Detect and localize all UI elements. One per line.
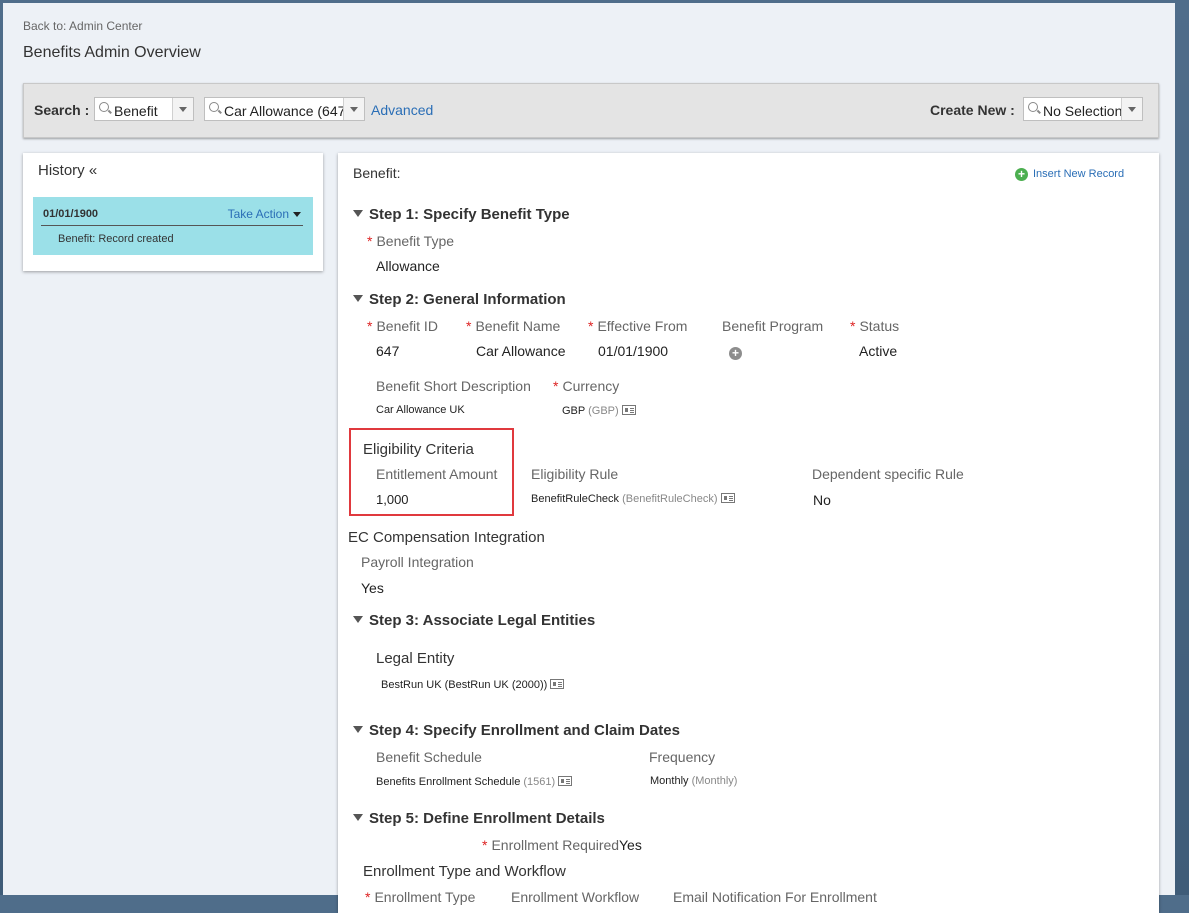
enrollment-required-label: * Enrollment Required xyxy=(482,837,620,853)
history-entry-date: 01/01/1900 xyxy=(43,208,99,220)
benefit-name-label: * Benefit Name xyxy=(466,318,561,334)
chevron-down-icon[interactable] xyxy=(172,98,193,120)
plus-circle-icon: + xyxy=(1015,168,1028,181)
benefit-id-value: 647 xyxy=(376,343,400,359)
chevron-down-icon[interactable] xyxy=(1121,98,1142,120)
value-help-icon[interactable] xyxy=(558,776,573,786)
benefit-schedule-label: Benefit Schedule xyxy=(376,749,482,765)
history-entry[interactable]: 01/01/1900 Take Action Benefit: Record c… xyxy=(33,197,313,255)
benefit-detail-panel: Benefit: + Insert New Record Step 1: Spec… xyxy=(338,153,1159,913)
record-select[interactable]: Car Allowance (647) xyxy=(204,97,365,121)
page-title: Benefits Admin Overview xyxy=(23,44,201,61)
collapse-triangle-icon xyxy=(353,210,363,217)
eligibility-rule-value: BenefitRuleCheck (BenefitRuleCheck) xyxy=(531,493,735,505)
search-icon xyxy=(209,102,219,112)
email-notification-label: Email Notification For Enrollment xyxy=(673,889,877,905)
plus-circle-icon: + xyxy=(729,347,742,360)
collapse-triangle-icon xyxy=(353,616,363,623)
history-entry-description: Benefit: Record created xyxy=(58,233,174,245)
divider xyxy=(41,225,303,226)
value-help-icon[interactable] xyxy=(550,679,565,689)
enrollment-required-value: Yes xyxy=(619,837,642,853)
enrollment-type-label: * Enrollment Type xyxy=(365,889,476,905)
create-new-label: Create New : xyxy=(930,102,1015,118)
short-description-label: Benefit Short Description xyxy=(376,378,531,394)
step3-title[interactable]: Step 3: Associate Legal Entities xyxy=(353,612,595,629)
enrollment-workflow-label: Enrollment Workflow xyxy=(511,889,640,905)
benefit-name-value: Car Allowance xyxy=(476,343,566,359)
effective-from-value: 01/01/1900 xyxy=(598,343,669,359)
currency-value: GBP (GBP) xyxy=(562,405,636,417)
back-link[interactable]: Back to: Admin Center xyxy=(23,19,142,33)
ec-compensation-title: EC Compensation Integration xyxy=(348,529,545,546)
history-title[interactable]: History « xyxy=(38,162,97,179)
currency-label: * Currency xyxy=(553,378,620,394)
enrollment-workflow-section-title: Enrollment Type and Workflow xyxy=(363,863,566,880)
step2-title[interactable]: Step 2: General Information xyxy=(353,291,566,308)
caret-down-icon xyxy=(293,212,301,218)
status-label: * Status xyxy=(850,318,900,334)
history-panel: History « 01/01/1900 Take Action Benefit… xyxy=(23,153,323,271)
search-label: Search : xyxy=(34,102,90,118)
value-help-icon[interactable] xyxy=(621,405,636,415)
legal-entity-value: BestRun UK (BestRun UK (2000)) xyxy=(381,679,565,691)
create-new-select[interactable]: No Selection xyxy=(1023,97,1143,121)
value-help-icon[interactable] xyxy=(720,493,735,503)
collapse-triangle-icon xyxy=(353,295,363,302)
status-value: Active xyxy=(859,343,898,359)
benefit-type-value: Allowance xyxy=(376,258,440,274)
frequency-label: Frequency xyxy=(649,749,716,765)
search-icon xyxy=(1028,102,1038,112)
effective-from-label: * Effective From xyxy=(588,318,688,334)
short-description-value: Car Allowance UK xyxy=(376,404,465,416)
advanced-search-link[interactable]: Advanced xyxy=(371,102,433,118)
frequency-value: Monthly (Monthly) xyxy=(650,775,738,787)
highlight-box xyxy=(349,428,514,516)
payroll-integration-label: Payroll Integration xyxy=(361,554,474,570)
step4-title[interactable]: Step 4: Specify Enrollment and Claim Dat… xyxy=(353,722,680,739)
benefit-program-label: Benefit Program xyxy=(722,318,824,334)
benefit-type-label: * Benefit Type xyxy=(367,233,455,249)
benefit-schedule-value: Benefits Enrollment Schedule (1561) xyxy=(376,776,573,788)
benefit-heading: Benefit: xyxy=(353,165,401,181)
take-action-menu[interactable]: Take Action xyxy=(228,207,301,221)
page: Back to: Admin Center Benefits Admin Ove… xyxy=(3,3,1175,913)
collapse-triangle-icon xyxy=(353,726,363,733)
dependent-rule-label: Dependent specific Rule xyxy=(812,466,964,482)
step5-title[interactable]: Step 5: Define Enrollment Details xyxy=(353,810,605,827)
collapse-triangle-icon xyxy=(353,814,363,821)
chevron-down-icon[interactable] xyxy=(343,98,364,120)
search-bar: Search : Benefit Car Allowance (647) Adv… xyxy=(23,83,1159,138)
object-type-select[interactable]: Benefit xyxy=(94,97,194,121)
payroll-integration-value: Yes xyxy=(361,580,384,596)
insert-new-record-button[interactable]: + Insert New Record xyxy=(1015,168,1124,181)
dependent-rule-value: No xyxy=(813,492,831,508)
add-benefit-program-button[interactable]: + xyxy=(729,344,742,362)
eligibility-rule-label: Eligibility Rule xyxy=(531,466,619,482)
step1-title[interactable]: Step 1: Specify Benefit Type xyxy=(353,206,570,223)
legal-entity-label: Legal Entity xyxy=(376,650,455,667)
search-icon xyxy=(99,102,109,112)
benefit-id-label: * Benefit ID xyxy=(367,318,438,334)
